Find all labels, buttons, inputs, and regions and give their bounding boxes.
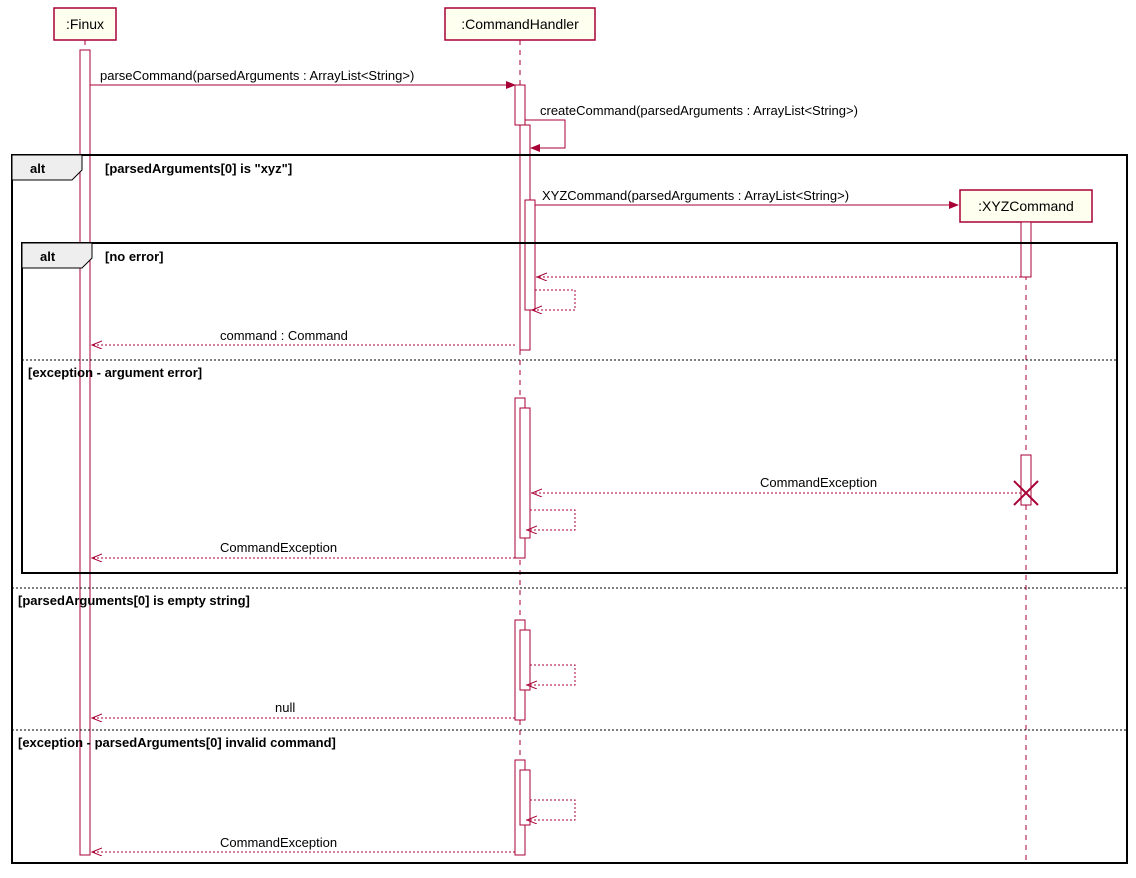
frame-outer-alt [12, 155, 1127, 863]
guard-g3: [exception - argument error] [28, 365, 202, 380]
return-exception-2: CommandException [220, 540, 337, 555]
guard-g5: [exception - parsedArguments[0] invalid … [18, 735, 336, 750]
guard-g2: [no error] [105, 249, 164, 264]
guard-g4: [parsedArguments[0] is empty string] [18, 593, 250, 608]
frame-outer-alt-label: alt [30, 161, 46, 176]
sequence-diagram: :Finux :CommandHandler :XYZCommand alt [… [0, 0, 1136, 878]
msg-createcommand: createCommand(parsedArguments : ArrayLis… [540, 103, 858, 118]
frame-inner-alt-label: alt [40, 249, 56, 264]
msg-xyzcommand: XYZCommand(parsedArguments : ArrayList<S… [542, 188, 849, 203]
frame-inner-alt-tab [22, 243, 92, 268]
self-return-4 [526, 800, 575, 820]
activation-handler-1 [515, 85, 525, 125]
frame-outer-alt-tab [12, 155, 82, 180]
self-return-3 [526, 665, 575, 685]
msg-createcommand-arrow [525, 120, 565, 148]
self-return-1 [531, 290, 575, 310]
guard-g1: [parsedArguments[0] is "xyz"] [105, 161, 292, 176]
return-command: command : Command [220, 328, 348, 343]
return-null: null [275, 700, 295, 715]
return-exception-3: CommandException [220, 835, 337, 850]
activation-handler-3b [520, 408, 530, 538]
return-exception-1: CommandException [760, 475, 877, 490]
activation-handler-4b [520, 630, 530, 690]
msg-parsecommand: parseCommand(parsedArguments : ArrayList… [100, 68, 414, 83]
activation-handler-2b [525, 200, 535, 310]
participant-handler-label: :CommandHandler [461, 16, 579, 32]
participant-finux-label: :Finux [66, 16, 104, 32]
self-return-2 [526, 510, 575, 530]
activation-handler-5b [520, 770, 530, 825]
frame-inner-alt [22, 243, 1117, 573]
activation-xyz-1 [1021, 222, 1031, 277]
participant-xyz-label: :XYZCommand [978, 198, 1074, 214]
